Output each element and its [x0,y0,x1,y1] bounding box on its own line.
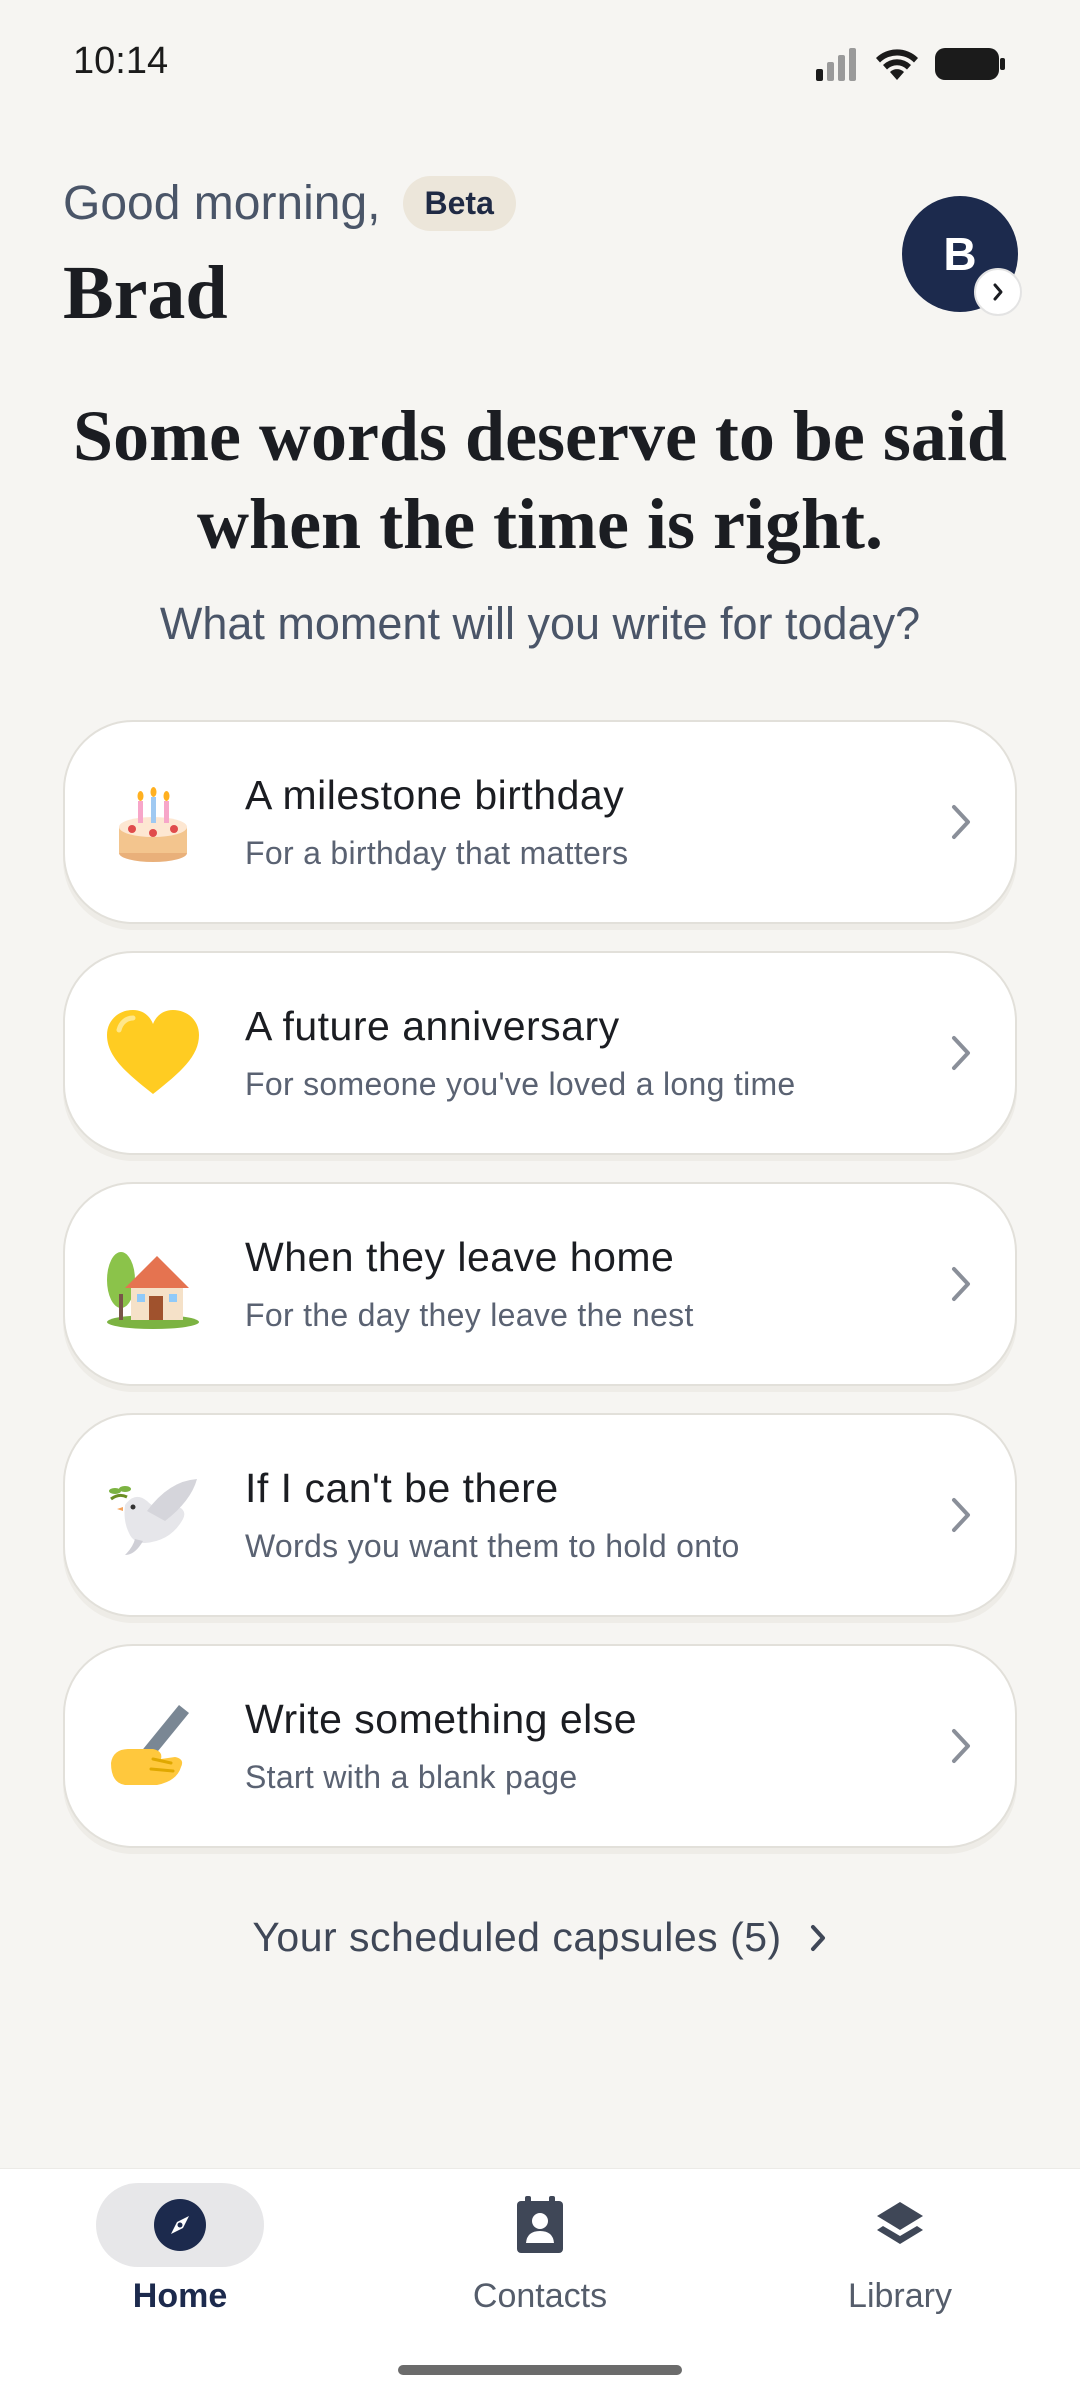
house-icon [103,1234,203,1334]
nav-contacts-label: Contacts [472,2277,608,2315]
status-bar: 10:14 [0,0,1080,130]
contacts-icon [517,2196,563,2253]
chevron-right-icon [952,1498,970,1532]
birthday-cake-icon [103,772,203,872]
chevron-right-icon [952,805,970,839]
signal-icon [816,48,856,81]
nav-library-pill [816,2183,984,2267]
chevron-right-icon [952,1729,970,1763]
compass-icon [154,2199,206,2251]
card-text: A future anniversary For someone you've … [245,1003,796,1103]
nav-contacts-pill [456,2183,624,2267]
avatar-initial: B [943,228,977,280]
chevron-right-icon [952,1267,970,1301]
status-icons [814,46,1006,82]
chevron-right-icon [952,1036,970,1070]
subheadline: What moment will you write for today? [159,598,921,649]
card-subtitle: For someone you've loved a long time [245,1066,796,1102]
card-write-something-else[interactable]: Write something else Start with a blank … [63,1644,1017,1848]
card-milestone-birthday[interactable]: A milestone birthday For a birthday that… [63,720,1017,924]
status-time: 10:14 [73,40,169,82]
avatar-chevron-icon[interactable] [974,268,1022,316]
scheduled-capsules-link[interactable]: Your scheduled capsules (5) [0,1914,1080,1961]
nav-library[interactable]: Library [780,2183,1020,2316]
wifi-icon [876,49,918,80]
card-subtitle: Words you want them to hold onto [245,1528,740,1564]
dove-icon [103,1465,203,1565]
card-title: A future anniversary [245,1003,620,1049]
user-name: Brad [63,251,228,335]
battery-icon [935,48,1005,80]
yellow-heart-icon [103,1003,203,1103]
writing-hand-icon [103,1696,203,1796]
card-text: Write something else Start with a blank … [245,1696,637,1796]
moment-cards: A milestone birthday For a birthday that… [63,720,1017,1875]
card-title: If I can't be there [245,1465,559,1511]
nav-library-label: Library [848,2277,952,2315]
beta-badge: Beta [402,176,516,231]
card-title: A milestone birthday [245,772,625,818]
greeting-row: Good morning, Beta [63,176,516,231]
card-subtitle: Start with a blank page [245,1759,578,1795]
headline: Some words deserve to be said when the t… [73,396,1007,564]
nav-home-label: Home [132,2277,228,2315]
chevron-right-icon [810,1924,825,1951]
card-text: When they leave home For the day they le… [245,1234,694,1334]
card-subtitle: For a birthday that matters [245,835,629,871]
card-leave-home[interactable]: When they leave home For the day they le… [63,1182,1017,1386]
layers-icon [877,2202,923,2244]
nav-home[interactable]: Home [60,2183,300,2316]
home-indicator[interactable] [398,2365,682,2375]
card-subtitle: For the day they leave the nest [245,1297,694,1333]
nav-contacts[interactable]: Contacts [420,2183,660,2316]
nav-home-pill [96,2183,264,2267]
scheduled-capsules-label: Your scheduled capsules (5) [252,1914,782,1960]
card-title: When they leave home [245,1234,675,1280]
card-text: A milestone birthday For a birthday that… [245,772,628,872]
card-title: Write something else [245,1696,638,1742]
card-future-anniversary[interactable]: A future anniversary For someone you've … [63,951,1017,1155]
card-cant-be-there[interactable]: If I can't be there Words you want them … [63,1413,1017,1617]
greeting-text: Good morning, [63,177,381,230]
card-text: If I can't be there Words you want them … [245,1465,740,1565]
